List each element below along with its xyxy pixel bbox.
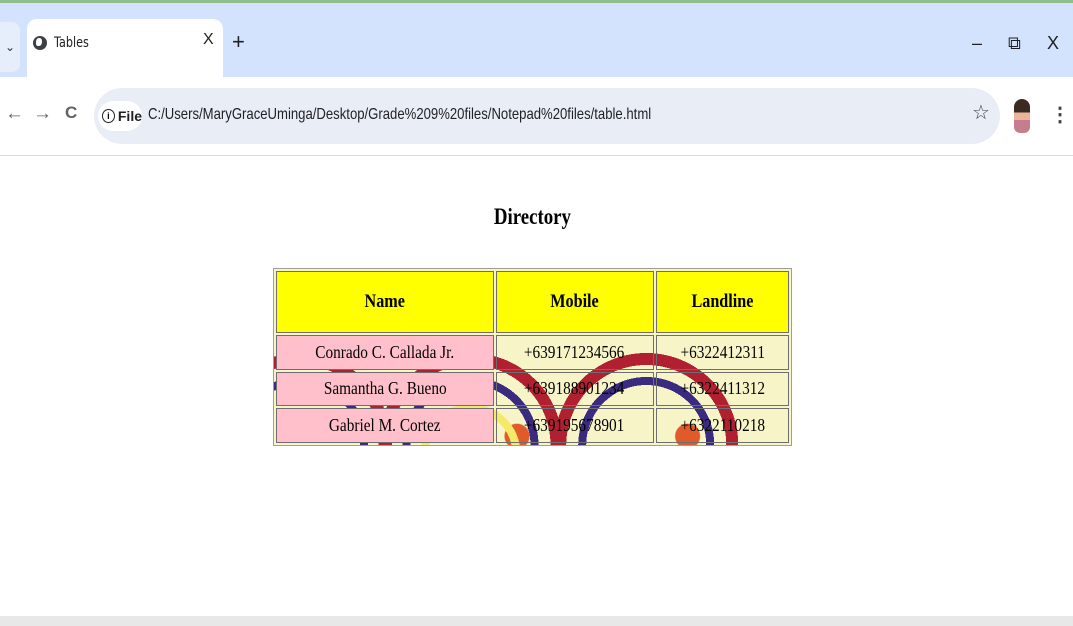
table-row: Samantha G. Bueno +639188901234 +6322411… <box>276 371 789 407</box>
address-bar[interactable]: i File C:/Users/MaryGraceUminga/Desktop/… <box>94 88 1000 144</box>
bookmark-star-icon[interactable]: ☆ <box>972 100 990 125</box>
tab-title: Tables <box>54 35 89 51</box>
close-window-button[interactable]: X <box>1047 33 1059 54</box>
cell-landline: +6322412311 <box>655 335 789 370</box>
reload-button[interactable]: C <box>65 103 77 123</box>
column-header-mobile: Mobile <box>495 271 654 333</box>
restore-button[interactable]: ⧉ <box>1008 33 1021 54</box>
table-header-row: Name Mobile Landline <box>276 271 789 333</box>
cell-name: Gabriel M. Cortez <box>276 408 494 443</box>
forward-button[interactable]: → <box>33 103 52 125</box>
cell-mobile: +639195678901 <box>495 408 654 443</box>
browser-toolbar: ← → C i File C:/Users/MaryGraceUminga/De… <box>0 77 1073 156</box>
directory-table: Name Mobile Landline Conrado C. Callada … <box>273 268 792 446</box>
cell-landline: +6322411312 <box>655 371 789 407</box>
tab-close-button[interactable]: X <box>203 31 214 49</box>
tab-tables[interactable]: Tables X <box>27 19 223 77</box>
minimize-button[interactable]: – <box>972 33 982 54</box>
info-icon: i <box>102 109 115 123</box>
page-title: Directory <box>493 204 571 229</box>
table-row: Conrado C. Callada Jr. +639171234566 +63… <box>276 335 789 370</box>
column-header-name: Name <box>276 271 494 333</box>
tab-strip: ⌄ Tables X + – ⧉ X <box>0 3 1073 77</box>
cell-landline: +6322110218 <box>655 408 789 443</box>
profile-avatar[interactable] <box>1014 99 1030 133</box>
column-header-landline: Landline <box>655 271 789 333</box>
browser-menu-icon[interactable]: ⋮ <box>1050 102 1070 127</box>
new-tab-button[interactable]: + <box>232 29 245 55</box>
cell-name: Conrado C. Callada Jr. <box>276 335 494 370</box>
bottom-scroll-area <box>0 616 1073 626</box>
site-chip-label: File <box>117 108 142 124</box>
globe-icon <box>33 36 47 50</box>
url-text[interactable]: C:/Users/MaryGraceUminga/Desktop/Grade%2… <box>148 106 651 124</box>
cell-mobile: +639188901234 <box>495 371 654 407</box>
cell-mobile: +639171234566 <box>495 335 654 370</box>
site-info-chip[interactable]: i File <box>98 101 142 131</box>
table-row: Gabriel M. Cortez +639195678901 +6322110… <box>276 408 789 443</box>
cell-name: Samantha G. Bueno <box>276 371 494 407</box>
back-button[interactable]: ← <box>5 103 24 125</box>
tab-search-chevron-icon[interactable]: ⌄ <box>0 22 20 72</box>
